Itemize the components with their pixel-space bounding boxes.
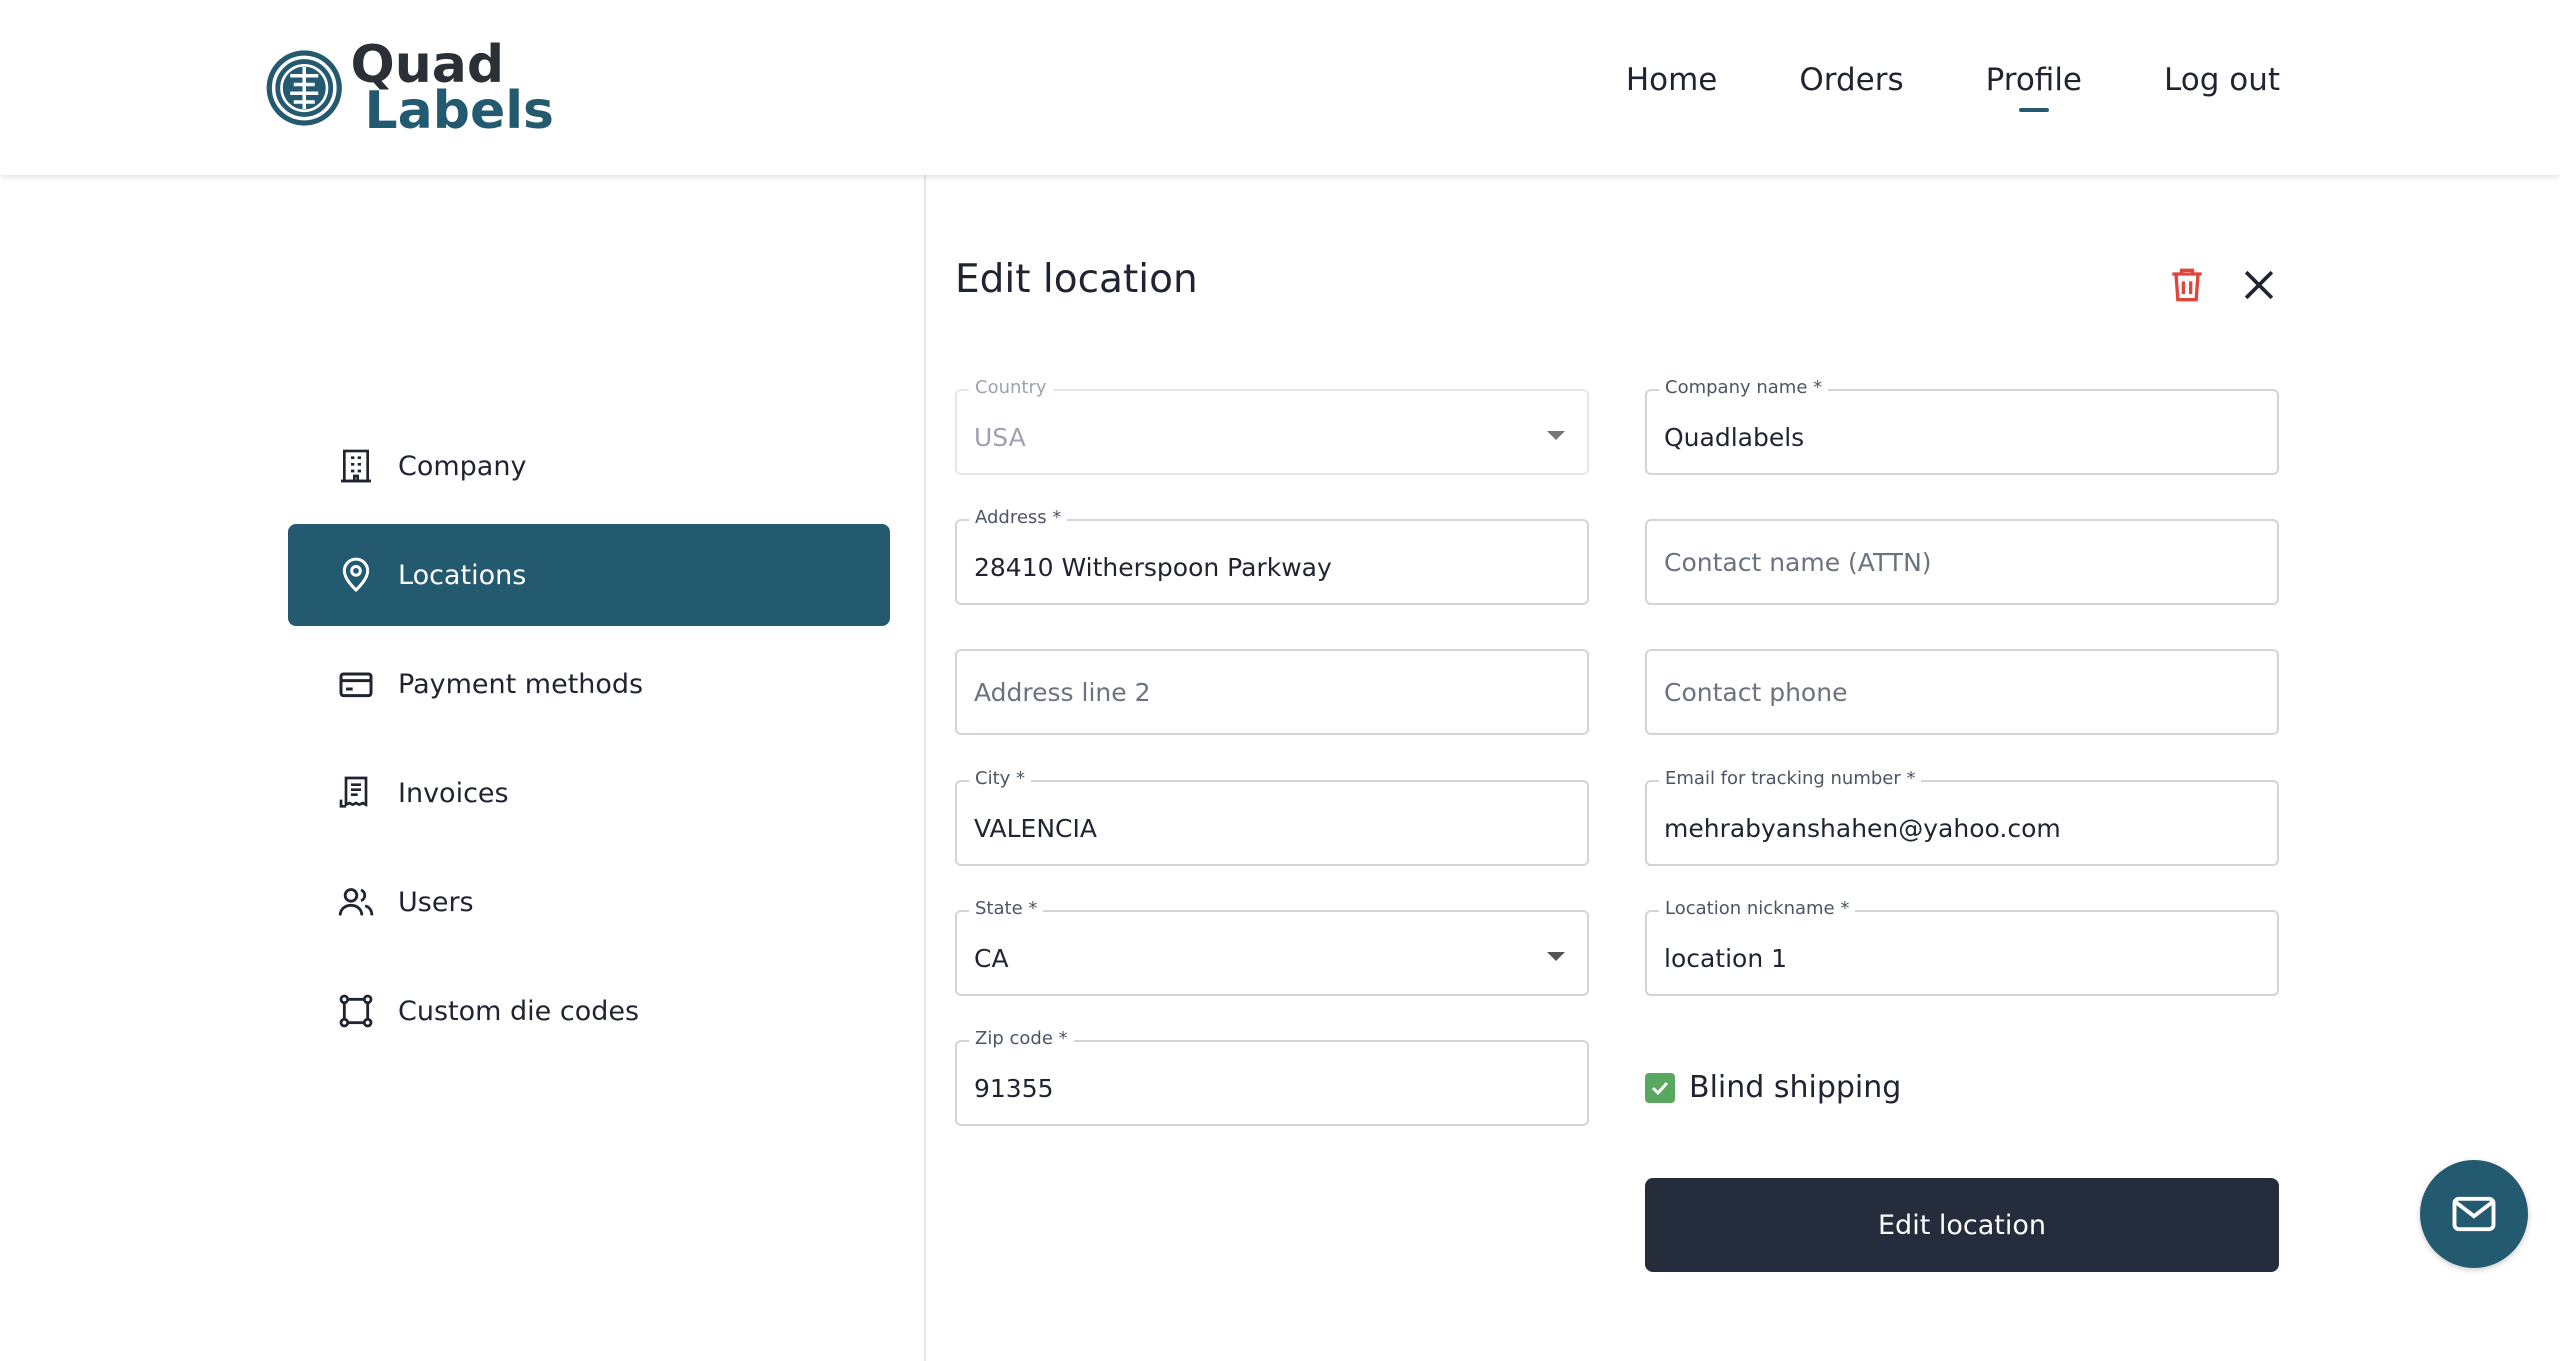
trash-icon bbox=[2172, 268, 2202, 302]
company-name-field[interactable]: Company name * Quadlabels bbox=[1645, 377, 2279, 475]
logo-mark-icon bbox=[266, 50, 342, 126]
field-value: Quadlabels bbox=[1664, 422, 1805, 452]
sidebar-item-company[interactable]: Company bbox=[288, 415, 890, 517]
sidebar-item-label: Users bbox=[398, 886, 474, 918]
field-placeholder: Address line 2 bbox=[974, 677, 1151, 707]
edit-location-button[interactable]: Edit location bbox=[1645, 1178, 2279, 1272]
contact-phone-field[interactable]: Contact phone bbox=[1645, 649, 2279, 735]
nav-profile[interactable]: Profile bbox=[1986, 62, 2082, 98]
building-icon bbox=[336, 446, 376, 486]
field-value: USA bbox=[974, 422, 1026, 452]
field-placeholder: Contact name (ATTN) bbox=[1664, 547, 1932, 577]
sidebar-item-label: Locations bbox=[398, 559, 527, 591]
chevron-down-icon bbox=[1547, 952, 1565, 961]
delete-location-button[interactable] bbox=[2165, 263, 2209, 307]
sidebar-item-custom-die-codes[interactable]: Custom die codes bbox=[288, 960, 890, 1062]
close-button[interactable] bbox=[2237, 263, 2281, 307]
sidebar-item-label: Company bbox=[398, 450, 527, 482]
logo-text-line2: Labels bbox=[364, 81, 555, 141]
country-select[interactable]: Country USA bbox=[955, 377, 1589, 475]
profile-sidebar: Company Locations Payment methods Invoic… bbox=[0, 175, 926, 1361]
field-value: CA bbox=[974, 943, 1009, 973]
receipt-icon bbox=[336, 773, 376, 813]
map-pin-icon bbox=[336, 555, 376, 595]
page-title: Edit location bbox=[955, 257, 1198, 302]
nav-home[interactable]: Home bbox=[1626, 62, 1718, 98]
credit-card-icon bbox=[336, 664, 376, 704]
close-icon bbox=[2244, 270, 2274, 300]
field-value: 28410 Witherspoon Parkway bbox=[974, 552, 1332, 582]
state-select[interactable]: State * CA bbox=[955, 898, 1589, 996]
sidebar-item-locations[interactable]: Locations bbox=[288, 524, 890, 626]
city-field[interactable]: City * VALENCIA bbox=[955, 768, 1589, 866]
sidebar-item-label: Invoices bbox=[398, 777, 509, 809]
blind-shipping-label: Blind shipping bbox=[1689, 1070, 1902, 1105]
field-value: location 1 bbox=[1664, 943, 1788, 973]
sidebar-item-invoices[interactable]: Invoices bbox=[288, 742, 890, 844]
address-field[interactable]: Address * 28410 Witherspoon Parkway bbox=[955, 507, 1589, 605]
field-placeholder: Contact phone bbox=[1664, 677, 1848, 707]
top-header: Quad Labels Home Orders Profile Log out bbox=[0, 0, 2560, 175]
field-value: VALENCIA bbox=[974, 813, 1097, 843]
sidebar-item-users[interactable]: Users bbox=[288, 851, 890, 953]
contact-chat-button[interactable] bbox=[2420, 1160, 2528, 1268]
address-line-2-field[interactable]: Address line 2 bbox=[955, 649, 1589, 735]
nav-orders[interactable]: Orders bbox=[1799, 62, 1903, 98]
nav-logout[interactable]: Log out bbox=[2164, 62, 2280, 98]
sidebar-item-label: Payment methods bbox=[398, 668, 644, 700]
mail-icon bbox=[2452, 1196, 2496, 1232]
users-icon bbox=[336, 882, 376, 922]
sidebar-item-label: Custom die codes bbox=[398, 995, 640, 1027]
check-icon bbox=[1651, 1081, 1669, 1095]
tracking-email-field[interactable]: Email for tracking number * mehrabyansha… bbox=[1645, 768, 2279, 866]
contact-name-field[interactable]: Contact name (ATTN) bbox=[1645, 519, 2279, 605]
chevron-down-icon bbox=[1547, 431, 1565, 440]
blind-shipping-checkbox[interactable] bbox=[1645, 1072, 1675, 1103]
sidebar-item-payment-methods[interactable]: Payment methods bbox=[288, 633, 890, 735]
die-shape-icon bbox=[336, 991, 376, 1031]
field-value: 91355 bbox=[974, 1073, 1054, 1103]
zip-code-field[interactable]: Zip code * 91355 bbox=[955, 1028, 1589, 1126]
blind-shipping-option: Blind shipping bbox=[1645, 1070, 1901, 1105]
quadlabels-logo[interactable]: Quad Labels bbox=[264, 36, 554, 140]
main-nav: Home Orders Profile Log out bbox=[1626, 62, 2280, 98]
location-nickname-field[interactable]: Location nickname * location 1 bbox=[1645, 898, 2279, 996]
field-value: mehrabyanshahen@yahoo.com bbox=[1664, 813, 2061, 843]
